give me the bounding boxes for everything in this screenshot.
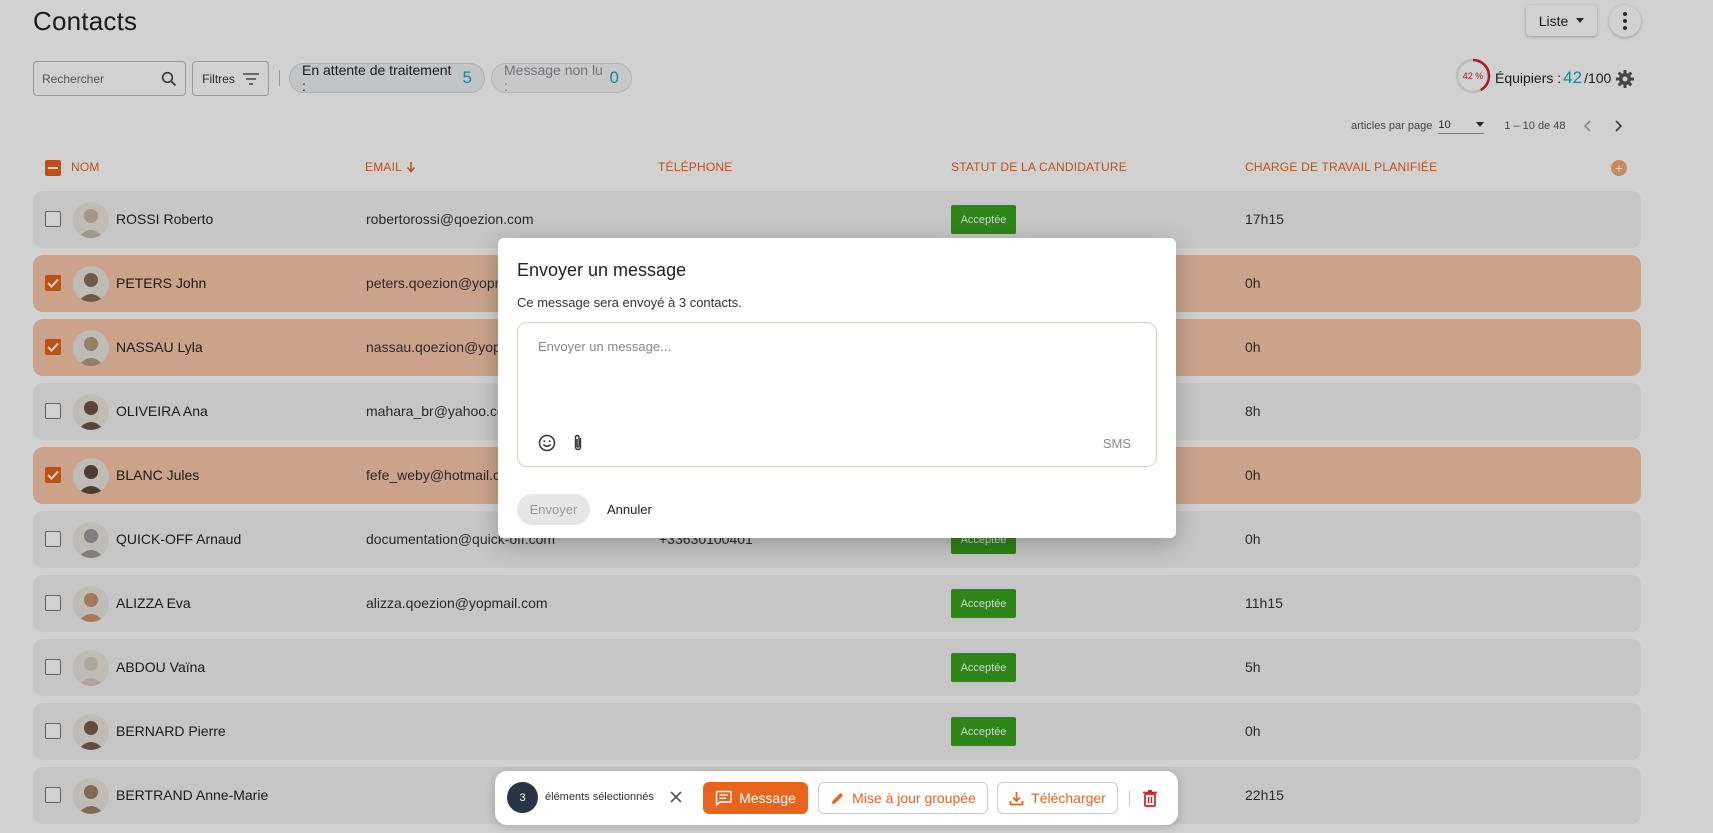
message-composer: SMS	[517, 322, 1157, 467]
download-button[interactable]: Télécharger	[997, 782, 1118, 814]
bulk-update-button[interactable]: Mise à jour groupée	[818, 782, 988, 814]
send-button[interactable]: Envoyer	[517, 494, 590, 525]
dialog-subtitle: Ce message sera envoyé à 3 contacts.	[517, 295, 742, 310]
bulk-action-bar: 3 éléments sélectionnés Message Mise à j…	[495, 771, 1178, 825]
message-button[interactable]: Message	[703, 782, 808, 814]
selected-count-badge: 3	[507, 782, 538, 813]
action-divider	[1129, 790, 1130, 806]
cancel-button[interactable]: Annuler	[607, 502, 652, 517]
message-button-label: Message	[739, 790, 796, 806]
emoji-icon[interactable]	[538, 434, 556, 452]
send-message-dialog: Envoyer un message Ce message sera envoy…	[498, 238, 1176, 538]
chat-icon	[715, 790, 732, 806]
bulk-update-label: Mise à jour groupée	[852, 790, 976, 806]
dialog-title: Envoyer un message	[517, 260, 687, 280]
message-input[interactable]	[538, 339, 1138, 409]
attachment-icon[interactable]	[570, 434, 586, 452]
download-label: Télécharger	[1031, 790, 1106, 806]
pencil-icon	[832, 792, 844, 804]
trash-icon[interactable]	[1142, 789, 1158, 807]
close-icon[interactable]	[669, 790, 683, 804]
sms-toggle[interactable]: SMS	[1103, 436, 1131, 451]
selected-label: éléments sélectionnés	[545, 791, 654, 803]
download-icon	[1009, 791, 1024, 805]
